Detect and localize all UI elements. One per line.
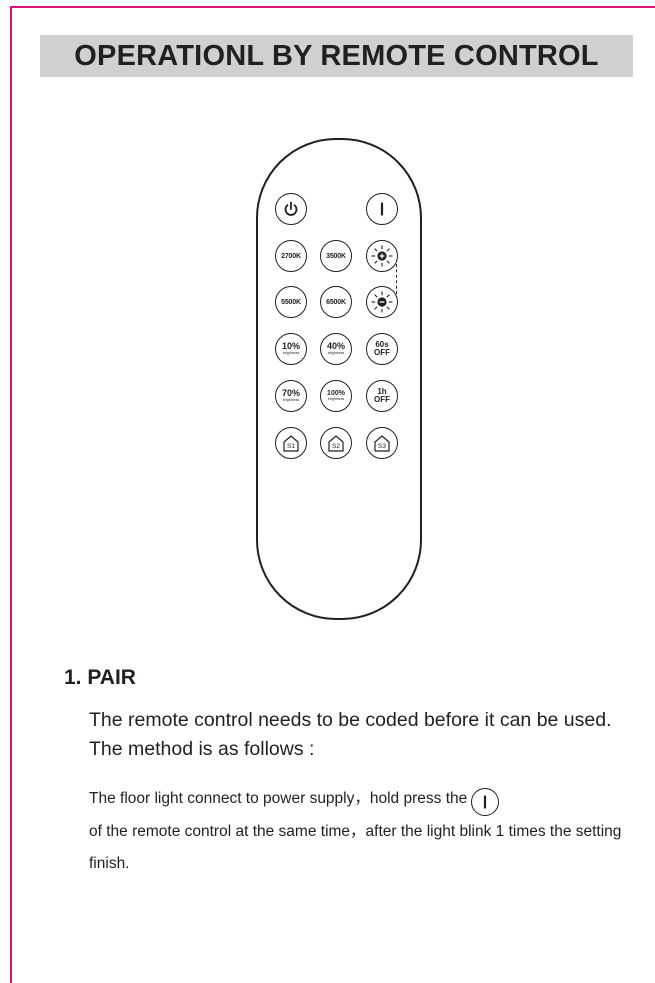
page-border-top — [10, 6, 655, 8]
scene-label: S1 — [287, 443, 295, 450]
remote-on-button — [366, 193, 398, 225]
remote-100-percent-button: 100% brightness — [320, 380, 352, 412]
button-label: 10% — [281, 341, 300, 352]
button-sublabel: brightness — [282, 398, 300, 403]
power-icon — [284, 201, 298, 216]
button-label: 40% — [326, 341, 345, 352]
remote-brightness-up-button — [366, 240, 398, 272]
instructions-text-before: The floor light connect to power supply，… — [89, 790, 468, 807]
button-label: OFF — [374, 395, 390, 404]
remote-scene-2-button: S2 — [320, 427, 352, 459]
instructions-text-after: of the remote control at the same time，a… — [89, 823, 622, 872]
remote-3500k-button: 3500K — [320, 240, 352, 272]
remote-6500k-button: 6500K — [320, 286, 352, 318]
remote-70-percent-button: 70% brightness — [275, 380, 307, 412]
scene-label: S2 — [332, 443, 340, 450]
on-icon — [380, 202, 384, 216]
scene-label: S3 — [378, 443, 386, 450]
scene-icon: S1 — [283, 435, 299, 452]
remote-power-button — [275, 193, 307, 225]
button-label: 2700K — [281, 252, 301, 260]
remote-60s-off-button: 60s OFF — [366, 333, 398, 365]
title-banner: OPERATIONL BY REMOTE CONTROL — [40, 35, 633, 77]
inline-on-button-icon — [471, 788, 500, 816]
button-label: 6500K — [326, 298, 346, 306]
brightness-link-dashes — [396, 264, 397, 294]
scene-icon: S3 — [374, 435, 390, 452]
remote-scene-1-button: S1 — [275, 427, 307, 459]
button-label: OFF — [374, 348, 390, 357]
button-sublabel: brightness — [327, 397, 345, 402]
remote-2700k-button: 2700K — [275, 240, 307, 272]
page-title: OPERATIONL BY REMOTE CONTROL — [74, 39, 599, 72]
button-sublabel: brightness — [327, 351, 345, 356]
button-label: 70% — [281, 388, 300, 399]
brightness-down-icon — [371, 291, 393, 313]
on-icon — [484, 795, 487, 809]
remote-40-percent-button: 40% brightness — [320, 333, 352, 365]
scene-icon: S2 — [328, 435, 344, 452]
pair-instructions-paragraph: The floor light connect to power supply，… — [89, 783, 649, 880]
button-label: 100% — [327, 390, 345, 398]
remote-scene-3-button: S3 — [366, 427, 398, 459]
remote-5500k-button: 5500K — [275, 286, 307, 318]
button-sublabel: brightness — [282, 351, 300, 356]
section-heading: 1. PAIR — [64, 666, 136, 689]
button-label: 3500K — [326, 252, 346, 260]
remote-brightness-down-button — [366, 286, 398, 318]
remote-1h-off-button: 1h OFF — [366, 380, 398, 412]
button-label: 5500K — [281, 298, 301, 306]
pair-intro-paragraph: The remote control needs to be coded bef… — [89, 709, 612, 760]
brightness-up-icon — [371, 245, 393, 267]
page-border-left — [10, 6, 12, 983]
remote-10-percent-button: 10% brightness — [275, 333, 307, 365]
